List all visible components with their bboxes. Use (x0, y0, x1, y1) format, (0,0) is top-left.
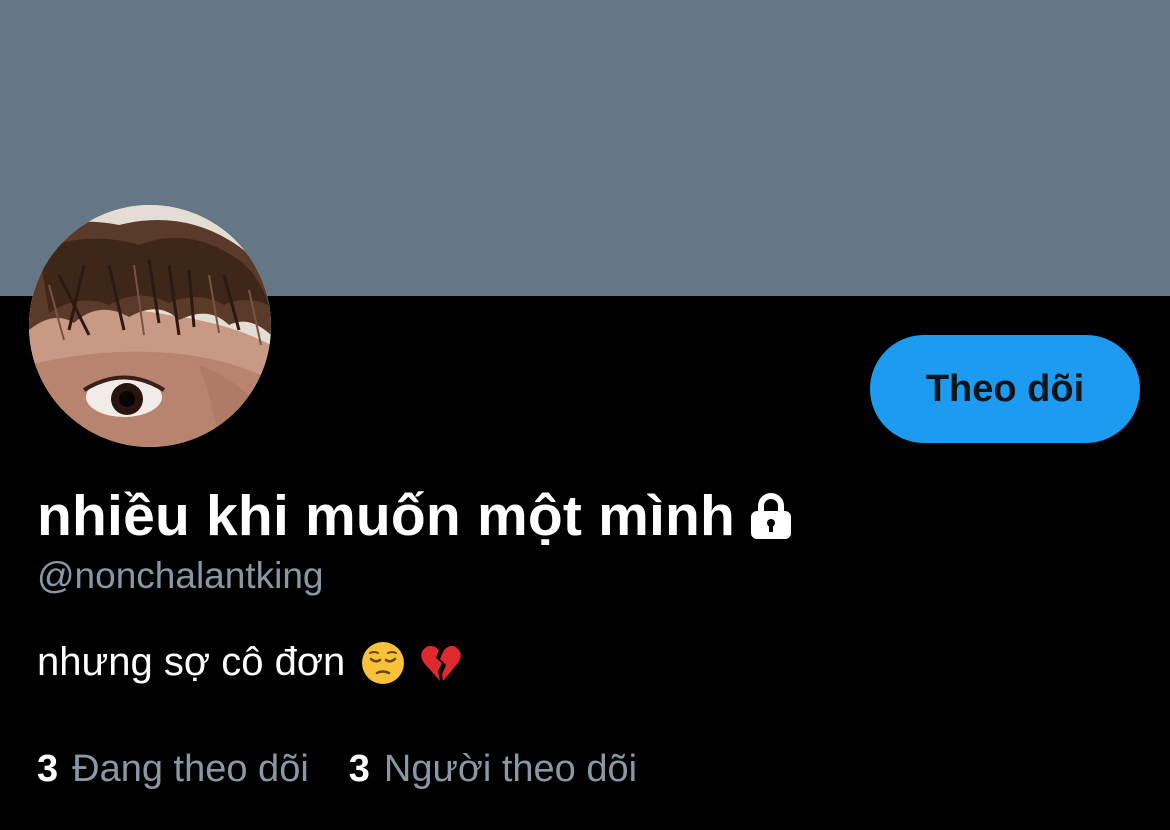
bio-text: nhưng sợ cô đơn (37, 640, 346, 684)
profile-page: Theo dõi nhiều khi muốn một mình @noncha… (0, 0, 1170, 830)
display-name: nhiều khi muốn một mình (37, 484, 736, 548)
profile-handle: @nonchalantking (37, 555, 324, 596)
broken-heart-emoji (419, 641, 463, 685)
following-label: Đang theo dõi (72, 748, 309, 790)
pensive-face-emoji (361, 641, 405, 685)
following-count: 3 (37, 748, 59, 790)
lock-icon (747, 491, 795, 541)
avatar-photo (29, 205, 271, 447)
display-name-row: nhiều khi muốn một mình (37, 478, 795, 554)
profile-bio: nhưng sợ cô đơn (37, 640, 477, 685)
following-stat[interactable]: 3 Đang theo dõi (37, 748, 309, 791)
avatar[interactable] (29, 205, 271, 447)
profile-stats: 3 Đang theo dõi 3 Người theo dõi (37, 748, 677, 791)
followers-label: Người theo dõi (383, 748, 638, 790)
followers-stat[interactable]: 3 Người theo dõi (349, 748, 637, 791)
followers-count: 3 (348, 748, 370, 790)
follow-button[interactable]: Theo dõi (870, 335, 1140, 443)
